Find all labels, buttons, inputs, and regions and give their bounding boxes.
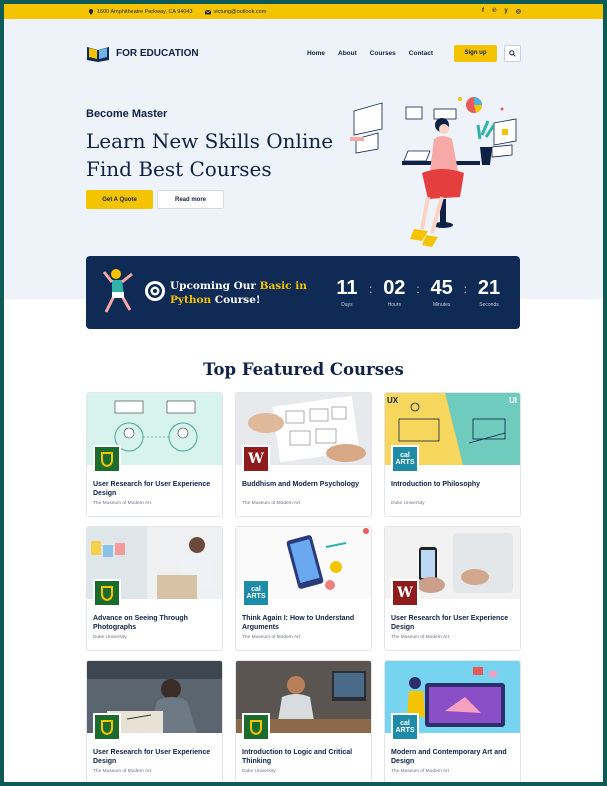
- course-card[interactable]: W Buddhism and Modern Psychology The Museu…: [235, 392, 372, 517]
- countdown-banner: Upcoming Our Basic in Python Course! 11 D…: [86, 256, 520, 329]
- courses-grid: User Research for User Experience Design…: [86, 392, 521, 782]
- course-title[interactable]: User Research for User Experience Design: [391, 615, 514, 632]
- search-button[interactable]: [504, 44, 521, 62]
- course-card[interactable]: cal ARTS Think Again I: How to Understand …: [235, 526, 372, 651]
- timer-minutes: 45 Minutes: [430, 277, 453, 308]
- provider-logo: W: [391, 579, 419, 607]
- course-provider: The Museum of Modern Art: [242, 635, 301, 640]
- svg-text:UI: UI: [509, 396, 517, 405]
- brand-logo[interactable]: FOR EDUCATION: [86, 44, 199, 62]
- courses-section-title: Top Featured Courses: [203, 360, 404, 379]
- target-icon: [145, 281, 165, 301]
- get-quote-button[interactable]: Get A Quote: [86, 190, 153, 209]
- timer-separator: :: [368, 282, 373, 296]
- provider-logo-text: ARTS: [246, 593, 266, 600]
- course-title[interactable]: Introduction to Logic and Critical Think…: [242, 749, 365, 766]
- svg-text:UX: UX: [387, 396, 399, 405]
- course-provider: Duke University: [93, 635, 127, 640]
- hero-illustration: [350, 97, 517, 247]
- timer-hours: 02 Hours: [383, 277, 406, 308]
- nav-menu: Home About Courses Contact: [307, 50, 433, 57]
- provider-logo: [93, 579, 121, 607]
- pinterest-icon[interactable]: ℗: [492, 8, 496, 15]
- course-title[interactable]: Modern and Contemporary Art and Design: [391, 749, 514, 766]
- crest-icon: [250, 720, 262, 735]
- course-title[interactable]: Introduction to Philosophy: [391, 481, 514, 490]
- timer-days: 11 Days: [336, 277, 358, 308]
- jumping-person-icon: [102, 269, 133, 313]
- countdown-timer: 11 Days : 02 Hours : 45 Minutes : 21 Seconds: [330, 277, 506, 308]
- hero-title: Learn New Skills Online Find Best Course…: [86, 129, 334, 181]
- page: 1600 Amphitheatre Parkway, CA 94043 vict…: [4, 4, 603, 782]
- nav-courses[interactable]: Courses: [370, 50, 396, 57]
- address: 1600 Amphitheatre Parkway, CA 94043: [88, 8, 193, 15]
- provider-logo-text: ARTS: [395, 459, 415, 466]
- provider-logo-text: cal: [251, 586, 261, 593]
- provider-logo-letter: W: [397, 585, 413, 601]
- countdown-text: Upcoming Our Basic in Python Course!: [170, 279, 307, 306]
- course-card[interactable]: UX UI cal ARTS Introduction to Philosophy Duk…: [384, 392, 521, 517]
- course-title[interactable]: Advance on Seeing Through Photographs: [93, 615, 216, 632]
- course-card[interactable]: cal ARTS Modern and Contemporary Art and D…: [384, 660, 521, 782]
- course-title[interactable]: User Research for User Experience Design: [93, 481, 216, 498]
- course-title[interactable]: User Research for User Experience Design: [93, 749, 216, 766]
- nav-about[interactable]: About: [338, 50, 357, 57]
- facebook-icon[interactable]: f: [482, 8, 484, 15]
- course-provider: The Museum of Modern Art: [391, 769, 450, 774]
- course-provider: The Museum of Modern Art: [93, 501, 152, 506]
- timer-seconds: 21 Seconds: [477, 277, 501, 308]
- social-links: f ℗ y ◎: [482, 8, 521, 15]
- top-info-bar: 1600 Amphitheatre Parkway, CA 94043 vict…: [4, 4, 603, 19]
- course-card[interactable]: User Research for User Experience Design…: [86, 660, 223, 782]
- provider-logo: [242, 713, 270, 741]
- provider-logo: cal ARTS: [391, 713, 419, 741]
- provider-logo: [93, 713, 121, 741]
- provider-logo: [93, 445, 121, 473]
- provider-logo: cal ARTS: [242, 579, 270, 607]
- crest-icon: [101, 720, 113, 735]
- twitter-icon[interactable]: y: [504, 8, 507, 15]
- course-provider: The Museum of Modern Art: [93, 769, 152, 774]
- instagram-icon[interactable]: ◎: [516, 8, 521, 15]
- main-nav: FOR EDUCATION Home About Courses Contact…: [86, 43, 521, 63]
- course-card[interactable]: Introduction to Logic and Critical Think…: [235, 660, 372, 782]
- read-more-button[interactable]: Read more: [157, 190, 224, 209]
- crest-icon: [101, 452, 113, 467]
- provider-logo-text: cal: [400, 720, 410, 727]
- provider-logo-text: cal: [400, 452, 410, 459]
- search-icon: [509, 49, 516, 57]
- mail-icon: [204, 9, 211, 14]
- timer-separator: :: [416, 282, 420, 296]
- course-provider: The Museum of Modern Art: [391, 635, 450, 640]
- course-provider: Duke University: [242, 769, 276, 774]
- provider-logo: cal ARTS: [391, 445, 419, 473]
- course-title[interactable]: Buddhism and Modern Psychology: [242, 481, 365, 490]
- hero-subtitle: Become Master: [86, 108, 168, 120]
- course-provider: The Museum of Modern Art: [242, 501, 301, 506]
- course-provider: Duke University: [391, 501, 425, 506]
- provider-logo-letter: W: [248, 451, 264, 467]
- signup-button[interactable]: Sign up: [454, 44, 497, 62]
- course-card[interactable]: User Research for User Experience Design…: [86, 392, 223, 517]
- open-book-icon: [87, 47, 109, 62]
- provider-logo: W: [242, 445, 270, 473]
- nav-contact[interactable]: Contact: [409, 50, 433, 57]
- crest-icon: [101, 586, 113, 601]
- email[interactable]: victung@outlook.com: [204, 9, 266, 15]
- course-title[interactable]: Think Again I: How to Understand Argumen…: [242, 615, 365, 632]
- nav-home[interactable]: Home: [307, 50, 325, 57]
- course-card[interactable]: W User Research for User Experience Desig…: [384, 526, 521, 651]
- location-pin-icon: [88, 8, 94, 15]
- course-card[interactable]: Advance on Seeing Through Photographs Duk…: [86, 526, 223, 651]
- timer-separator: :: [463, 282, 467, 296]
- provider-logo-text: ARTS: [395, 727, 415, 734]
